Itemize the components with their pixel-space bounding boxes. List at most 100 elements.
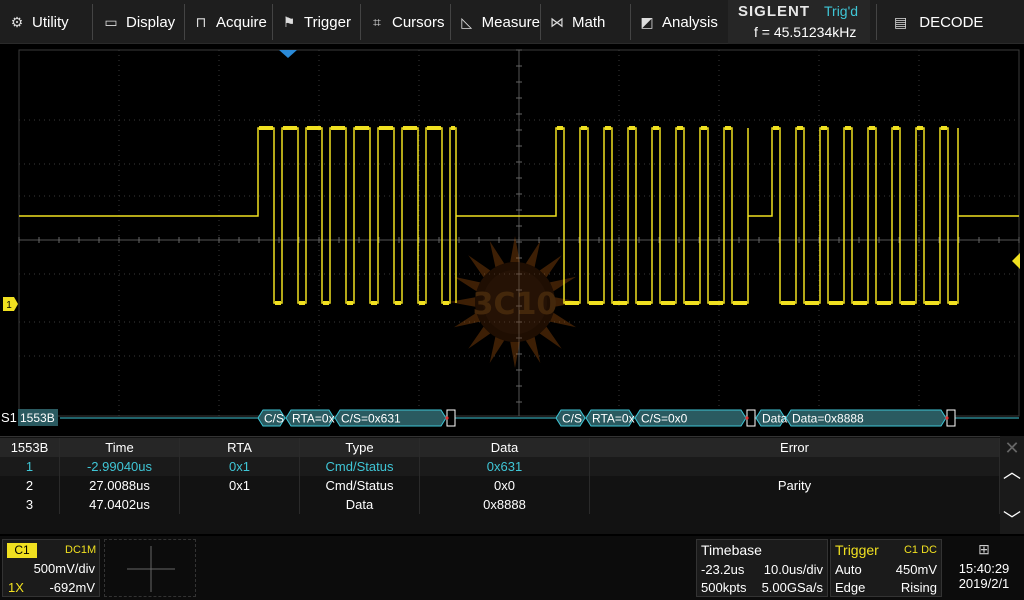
- brand-logo: SIGLENT: [738, 3, 811, 20]
- display-label: Display: [126, 13, 176, 31]
- table-cell: Cmd/Status: [300, 476, 420, 495]
- table-row[interactable]: 3 47.0402us Data 0x8888: [0, 495, 1000, 514]
- status-bar: C1 DC1M 500mV/div 1X -692mV Timebase -23…: [0, 536, 1024, 600]
- analysis-label: Analysis: [662, 13, 718, 31]
- watermark-logo: 3C10: [449, 236, 581, 368]
- math-label: Math: [572, 13, 606, 31]
- channel1-tag: C1: [7, 543, 37, 558]
- bus-error-dot: [745, 416, 749, 420]
- clock-date: 2019/2/1: [958, 576, 1010, 591]
- oscilloscope-screen: ⚙ Utility ▭ Display ⊓ Acquire ⚑ Trigger ⌗ Cur…: [0, 0, 1024, 600]
- table-header: 1553B Time RTA Type Data Error: [0, 438, 1000, 457]
- channel1-marker-label: 1: [6, 300, 12, 311]
- monitor-icon: ▭: [104, 13, 118, 30]
- cursors-icon: ⌗: [373, 13, 381, 30]
- table-cell: 0x1: [180, 476, 300, 495]
- math-menu-button[interactable]: ⋈ Math: [540, 0, 630, 44]
- timebase-memory: 500kpts: [701, 580, 747, 595]
- bus-decode-frames: C/S RTA=0x C/S=0x631 C/S RTA=0x C/S=0x0 Data Da…: [257, 409, 956, 427]
- bus-frame-label: C/S=0x631: [341, 412, 401, 426]
- measure-menu-button[interactable]: ◺ Measure: [450, 0, 540, 44]
- column-header: RTA: [180, 438, 300, 457]
- math-icon: ⋈: [550, 13, 564, 30]
- channel1-volts-div: 500mV/div: [33, 561, 95, 576]
- close-icon[interactable]: ✕: [1000, 436, 1024, 460]
- timebase-time-div: 10.0us/div: [763, 562, 823, 577]
- trigger-title: Trigger: [835, 542, 879, 558]
- table-cell: 0x631: [420, 457, 590, 476]
- trigger-position-marker: [279, 50, 297, 58]
- scroll-up-icon[interactable]: ︿: [1000, 460, 1024, 484]
- frequency-readout: f = 45.51234kHz: [754, 24, 857, 40]
- bus-frame-label: C/S: [562, 412, 582, 426]
- trigger-source: C1 DC: [903, 544, 937, 556]
- waveform-canvas: 3C10 1 C/S RTA=0x C/S=0x631 C/S RTA=0x C/S=0x…: [1, 49, 1020, 427]
- menu-bar: ⚙ Utility ▭ Display ⊓ Acquire ⚑ Trigger ⌗ Cur…: [0, 0, 1024, 44]
- channel1-coupling: DC1M: [65, 544, 97, 556]
- clock-time: 15:40:29: [958, 561, 1010, 576]
- trigger-label: Trigger: [304, 13, 351, 31]
- scroll-down-icon[interactable]: ﹀: [1000, 508, 1024, 532]
- bus-error-dot: [945, 416, 949, 420]
- table-cell: Parity: [590, 476, 1000, 495]
- cursors-menu-button[interactable]: ⌗ Cursors: [360, 0, 450, 44]
- bus-frame-label: Data=0x8888: [792, 412, 864, 426]
- channel1-settings[interactable]: C1 DC1M 500mV/div 1X -692mV: [2, 539, 100, 597]
- trigger-settings[interactable]: Trigger C1 DC Auto 450mV Edge Rising: [830, 539, 942, 597]
- bus-frame-label: RTA=0x: [292, 412, 335, 426]
- table-cell: [590, 457, 1000, 476]
- table-row[interactable]: 1 -2.99040us 0x1 Cmd/Status 0x631: [0, 457, 1000, 476]
- display-menu-button[interactable]: ▭ Display: [94, 0, 184, 44]
- waveform-area[interactable]: 3C10 1 C/S RTA=0x C/S=0x631 C/S RTA=0x C/S=0x…: [0, 44, 1024, 436]
- table-cell: 0x1: [180, 457, 300, 476]
- table-cell: -2.99040us: [60, 457, 180, 476]
- table-cell: 1: [0, 457, 60, 476]
- timebase-delay: -23.2us: [701, 562, 745, 577]
- bus-protocol-tag: 1553B: [20, 411, 55, 425]
- plus-icon: [127, 546, 175, 592]
- table-row[interactable]: 2 27.0088us 0x1 Cmd/Status 0x0 Parity: [0, 476, 1000, 495]
- column-header: Data: [420, 438, 590, 457]
- decode-icon: ▤: [894, 13, 908, 30]
- analysis-menu-button[interactable]: ◩ Analysis: [630, 0, 726, 44]
- add-channel-button[interactable]: [104, 539, 196, 597]
- utility-label: Utility: [32, 13, 69, 31]
- acquire-icon: ⊓: [195, 13, 207, 30]
- flag-icon: ⚑: [282, 13, 296, 30]
- watermark-text: 3C10: [473, 287, 558, 322]
- bus-frame-label: C/S: [264, 412, 284, 426]
- bus-frame-label: C/S=0x0: [641, 412, 688, 426]
- column-header: Error: [590, 438, 1000, 457]
- bus-error-dot: [445, 416, 449, 420]
- column-header: 1553B: [0, 438, 60, 457]
- channel1-offset: -692mV: [49, 580, 95, 595]
- table-cell: 27.0088us: [60, 476, 180, 495]
- bus-frame-label: Data: [762, 412, 788, 426]
- column-header: Type: [300, 438, 420, 457]
- measure-label: Measure: [481, 13, 540, 31]
- timebase-title: Timebase: [701, 542, 762, 558]
- table-cell: 47.0402us: [60, 495, 180, 514]
- decode-table: 1553B Time RTA Type Data Error 1 -2.9904…: [0, 436, 1000, 534]
- trigger-level: 450mV: [895, 562, 937, 577]
- table-cell: 2: [0, 476, 60, 495]
- clock-panel[interactable]: ⊞ 15:40:29 2019/2/1: [946, 539, 1022, 597]
- table-cell: [180, 495, 300, 514]
- trigger-level-marker: [1012, 253, 1020, 269]
- status-panel: SIGLENT Trig'd f = 45.51234kHz: [728, 0, 870, 44]
- decode-menu-button[interactable]: ▤ DECODE: [880, 0, 1024, 44]
- acquire-label: Acquire: [216, 13, 267, 31]
- trigger-slope: Rising: [900, 580, 937, 595]
- table-scrollbar[interactable]: ✕ ︿ ﹀: [1000, 436, 1024, 534]
- timebase-sample-rate: 5.00GSa/s: [761, 580, 823, 595]
- network-icon: ⊞: [978, 541, 990, 557]
- timebase-settings[interactable]: Timebase -23.2us 10.0us/div 500kpts 5.00…: [696, 539, 828, 597]
- table-cell: 3: [0, 495, 60, 514]
- acquire-menu-button[interactable]: ⊓ Acquire: [184, 0, 272, 44]
- cursors-label: Cursors: [392, 13, 445, 31]
- table-cell: Cmd/Status: [300, 457, 420, 476]
- trigger-status: Trig'd: [824, 3, 859, 19]
- utility-menu-button[interactable]: ⚙ Utility: [0, 0, 92, 44]
- trigger-menu-button[interactable]: ⚑ Trigger: [272, 0, 360, 44]
- trigger-mode: Auto: [835, 562, 862, 577]
